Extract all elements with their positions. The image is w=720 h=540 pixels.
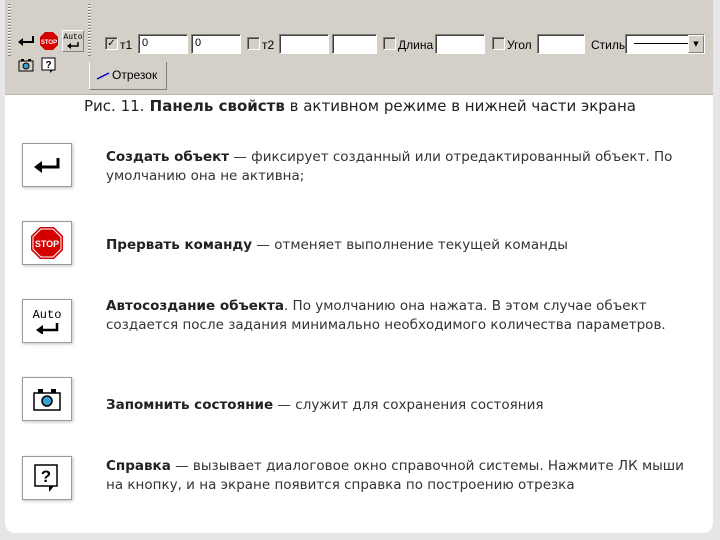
item-title: Прервать команду [106,237,253,253]
t2-x-field[interactable] [279,34,329,54]
item-auto-create: Автосоздание объекта. По умолчанию она н… [106,297,686,335]
length-label: Длина [398,38,434,52]
auto-create-button[interactable]: Auto [62,30,84,52]
remember-state-button[interactable] [15,54,37,76]
item-title: Запомнить состояние [106,397,274,413]
tab-segment[interactable]: Отрезок [89,62,167,90]
tab-label: Отрезок [112,68,158,82]
t2-y-field[interactable] [332,34,377,54]
item-create-object: Создать объект — фиксирует созданный или… [106,148,686,186]
enter-arrow-icon [67,42,79,49]
angle-checkbox[interactable] [492,37,505,50]
help-icon-box: ? [22,456,72,500]
create-object-button[interactable] [15,30,37,52]
t1-y-field[interactable]: 0 [191,34,241,54]
create-object-icon [36,322,59,334]
item-stop-command: Прервать команду — отменяет выполнение т… [106,236,686,255]
style-select[interactable]: ▼ [625,34,705,54]
item-title: Автосоздание объекта [106,298,284,314]
t2-checkbox[interactable] [247,37,260,50]
item-text: — служит для сохранения состояния [273,397,544,413]
angle-field[interactable] [537,34,585,54]
auto-create-icon-box: Auto [22,299,72,343]
stop-button[interactable]: STOP [38,30,60,52]
create-object-icon [34,158,60,173]
toolbar-grip[interactable] [88,4,91,56]
item-remember-state: Запомнить состояние — служит для сохране… [106,396,686,415]
item-text: — вызывает диалоговое окно справочной си… [106,458,684,493]
length-field[interactable] [435,34,485,54]
stop-icon-box: STOP [22,221,72,265]
stop-badge: STOP [35,239,59,249]
help-icon: ? [41,57,56,73]
toolbar-grip[interactable] [8,4,11,56]
camera-icon [18,59,34,72]
svg-text:?: ? [45,60,51,71]
chevron-down-icon[interactable]: ▼ [688,35,704,53]
figure-caption: Рис. 11. Панель свойств в активном режим… [0,97,720,115]
help-badge: ? [41,467,51,486]
item-text: — отменяет выполнение текущей команды [252,237,568,253]
t1-x-field[interactable]: 0 [138,34,188,54]
line-style-preview [634,43,688,44]
item-title: Справка [106,458,171,474]
enter-arrow-icon [18,36,34,46]
item-help: Справка — вызывает диалоговое окно справ… [106,457,686,495]
length-checkbox[interactable] [383,37,396,50]
caption-bold: Панель свойств [144,97,285,115]
stop-icon: STOP [31,227,63,259]
style-label: Стиль [591,38,626,52]
help-icon: ? [34,464,58,492]
auto-label: Auto [63,33,83,42]
stop-icon: STOP [40,32,58,50]
property-panel: STOP Auto ? ✓ т1 0 0 т2 Длина Угол Стиль… [5,0,713,95]
camera-icon [33,389,61,411]
segment-icon [96,72,110,80]
stop-icon-label: STOP [41,40,57,46]
camera-icon-box [22,377,72,421]
caption-rest: в активном режиме в нижней части экрана [284,97,636,115]
t2-label: т2 [262,38,275,52]
caption-prefix: Рис. 11. [84,97,145,115]
create-object-icon-box [22,143,72,187]
item-title: Создать объект [106,149,230,165]
auto-badge: Auto [32,307,62,322]
t1-label: т1 [120,38,133,52]
help-button[interactable]: ? [38,54,60,76]
t1-checkbox[interactable]: ✓ [105,37,118,50]
angle-label: Угол [507,38,532,52]
